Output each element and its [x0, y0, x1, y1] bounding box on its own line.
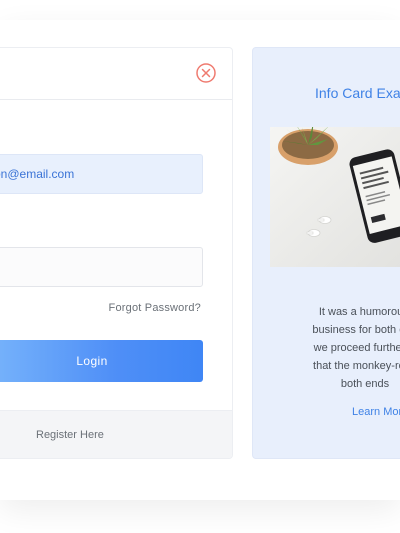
close-circle-icon [196, 63, 216, 83]
forgot-password-link[interactable]: Forgot Password? [109, 302, 201, 314]
desk-photo-illustration [270, 127, 400, 267]
info-card-title: Info Card Exa [315, 85, 400, 101]
login-button[interactable]: Login [0, 340, 203, 382]
login-card-footer: Register Here [0, 410, 232, 458]
info-card-image [270, 127, 400, 267]
info-card: Info Card Exa It was a humoro business f… [252, 47, 400, 459]
info-card-text: It was a humorousl business for both of … [280, 303, 400, 393]
password-field[interactable] [0, 247, 203, 287]
info-card-text-line: that the monkey-rope [313, 360, 400, 372]
info-card-text-line: we proceed further, it [313, 342, 400, 354]
info-card-text-line: business for both of u [312, 324, 400, 336]
register-link[interactable]: Register Here [36, 429, 104, 441]
info-card-text-line: both ends [340, 378, 390, 390]
learn-more-link[interactable]: Learn Mor [352, 406, 400, 418]
email-field-value: on@email.com [0, 167, 75, 181]
login-card: on@email.com Forgot Password? Login Regi… [0, 47, 233, 459]
email-field[interactable]: on@email.com [0, 154, 203, 194]
login-card-header [0, 48, 232, 100]
info-card-text-line: It was a humorousl [318, 306, 400, 318]
close-button[interactable] [196, 63, 216, 83]
